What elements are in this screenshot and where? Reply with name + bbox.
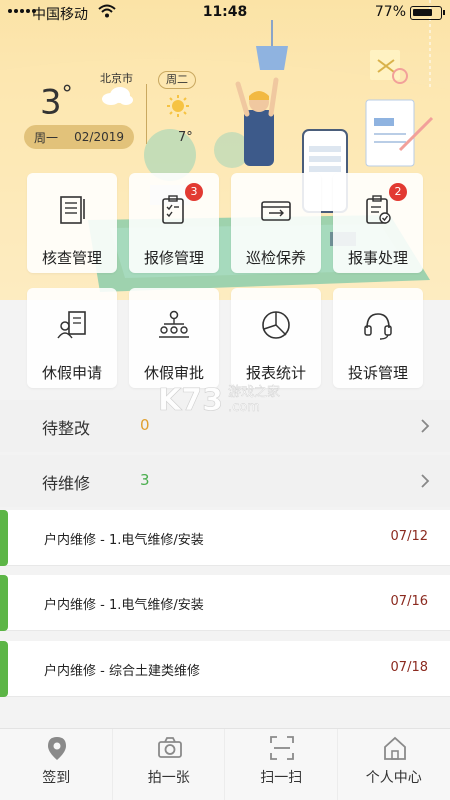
- location-pin-icon: [44, 735, 70, 761]
- battery-percent: 77%: [374, 4, 406, 20]
- section-title: 待整改: [42, 419, 91, 438]
- tab-label: 签到: [42, 770, 71, 786]
- camera-icon: [157, 735, 183, 761]
- headset-icon: [361, 308, 395, 342]
- pie-chart-icon: [259, 308, 293, 342]
- bottom-tab-bar: 签到 拍一张 扫一扫 个人中心: [0, 728, 450, 800]
- repair-list-item[interactable]: 户内维修 - 1.电气维修/安装 07/16: [0, 575, 450, 631]
- status-indicator: [0, 575, 8, 631]
- tile-leave-approval[interactable]: 休假审批: [129, 288, 219, 388]
- tab-label: 扫一扫: [260, 770, 303, 786]
- toolbox-wrench-icon: [259, 193, 293, 227]
- next-day-label: 周二: [158, 71, 196, 89]
- tile-label: 巡检保养: [245, 249, 306, 267]
- scan-icon: [269, 735, 295, 761]
- date-text: 02/2019: [74, 130, 124, 144]
- tile-inspection-management[interactable]: 核查管理: [27, 173, 117, 273]
- status-indicator: [0, 641, 8, 697]
- clipboard-approve-icon: [361, 193, 395, 227]
- weather-divider: [146, 84, 147, 144]
- weekday: 周一: [34, 130, 59, 145]
- section-title: 待维修: [42, 474, 91, 493]
- status-bar: 中国移动 11:48 77%: [0, 0, 450, 26]
- watermark-site: 游戏之家: [228, 384, 280, 400]
- sun-icon: [166, 94, 190, 122]
- tile-label: 核查管理: [41, 249, 102, 267]
- battery-icon: [410, 6, 445, 20]
- tile-label: 报事处理: [347, 249, 408, 267]
- tab-label: 个人中心: [365, 770, 422, 786]
- repair-title: 户内维修 - 1.电气维修/安装: [44, 598, 204, 613]
- person-form-icon: [55, 308, 89, 342]
- repair-list-item[interactable]: 户内维修 - 1.电气维修/安装 07/12: [0, 510, 450, 566]
- city-name: 北京市: [100, 72, 133, 85]
- repair-list-item[interactable]: 户内维修 - 综合土建类维修 07/18: [0, 641, 450, 697]
- tile-leave-application[interactable]: 休假申请: [27, 288, 117, 388]
- notification-badge: 3: [185, 183, 203, 201]
- repair-title: 户内维修 - 综合土建类维修: [44, 664, 200, 679]
- status-indicator: [0, 510, 8, 566]
- tile-patrol-maintenance[interactable]: 巡检保养: [231, 173, 321, 273]
- document-list-icon: [55, 193, 89, 227]
- tab-scan[interactable]: 扫一扫: [225, 729, 338, 800]
- tab-label: 拍一张: [147, 770, 190, 786]
- tab-check-in[interactable]: 签到: [0, 729, 113, 800]
- chevron-right-icon: [420, 418, 430, 438]
- section-count: 0: [140, 416, 150, 434]
- section-pending-repair[interactable]: 待维修 3: [0, 455, 450, 507]
- clipboard-check-icon: [157, 193, 191, 227]
- site-watermark: K73 游戏之家 .com: [158, 383, 280, 418]
- chevron-right-icon: [420, 473, 430, 493]
- tile-report-statistics[interactable]: 报表统计: [231, 288, 321, 388]
- tile-label: 投诉管理: [347, 364, 408, 382]
- next-day-temperature: 7°: [178, 130, 193, 145]
- tile-repair-management[interactable]: 3 报修管理: [129, 173, 219, 273]
- watermark-domain: .com: [228, 400, 260, 415]
- tab-personal-center[interactable]: 个人中心: [338, 729, 450, 800]
- notification-badge: 2: [389, 183, 407, 201]
- tile-complaint-management[interactable]: 投诉管理: [333, 288, 423, 388]
- repair-date: 07/12: [390, 529, 428, 544]
- tab-take-photo[interactable]: 拍一张: [113, 729, 225, 800]
- repair-date: 07/16: [390, 594, 428, 609]
- tile-label: 报修管理: [143, 249, 204, 267]
- repair-title: 户内维修 - 1.电气维修/安装: [44, 533, 204, 548]
- tile-label: 休假申请: [41, 364, 102, 382]
- section-count: 3: [140, 471, 150, 489]
- watermark-brand: K73: [158, 383, 223, 418]
- org-chart-icon: [157, 308, 191, 342]
- repair-date: 07/18: [390, 660, 428, 675]
- cloud-icon: [100, 86, 134, 110]
- home-icon: [382, 735, 408, 761]
- current-temperature: 3°: [40, 82, 73, 123]
- date-badge: 周一 02/2019: [24, 125, 134, 149]
- tile-incident-handling[interactable]: 2 报事处理: [333, 173, 423, 273]
